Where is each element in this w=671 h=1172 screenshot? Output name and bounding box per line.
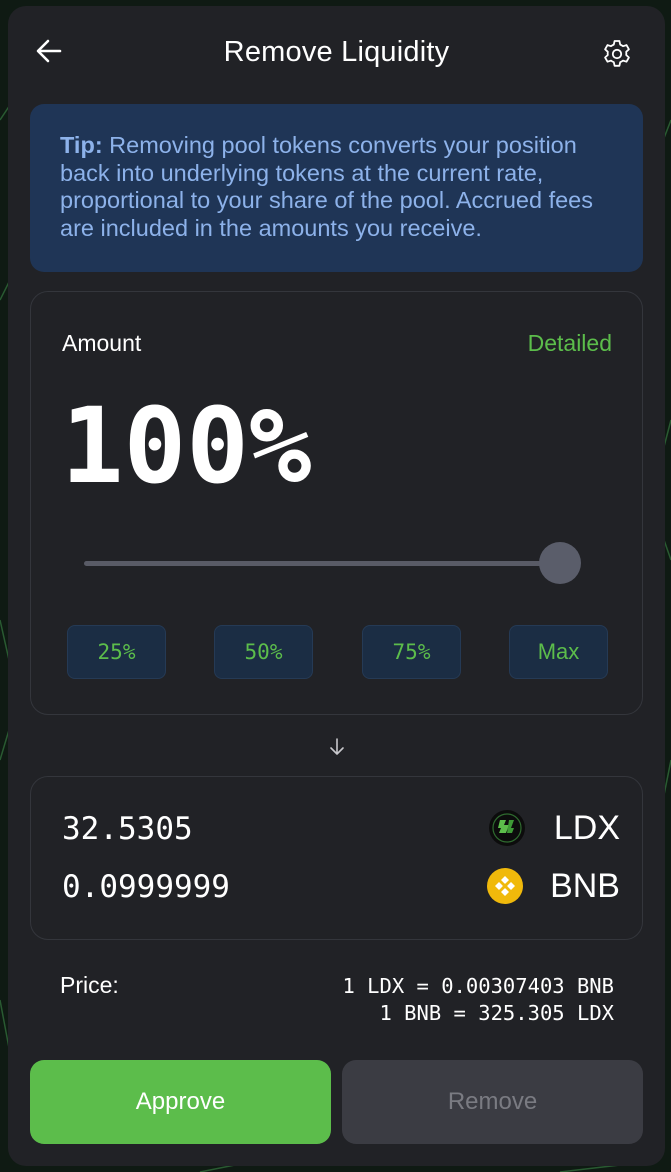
tip-banner: Tip: Removing pool tokens converts your … <box>30 104 643 272</box>
bnb-symbol: BNB <box>550 867 620 905</box>
ldx-amount: 32.5305 <box>62 811 193 847</box>
quick-25-button[interactable]: 25% <box>67 625 166 679</box>
bnb-amount: 0.0999999 <box>62 869 230 905</box>
receive-card: 32.5305 LDX 0.0999999 BNB <box>30 776 643 940</box>
remove-button[interactable]: Remove <box>342 1060 643 1144</box>
arrow-down-icon <box>330 738 344 755</box>
header: Remove Liquidity <box>8 6 665 106</box>
price-ldx-bnb: 1 LDX = 0.00307403 BNB <box>342 974 614 998</box>
amount-slider-thumb[interactable] <box>539 542 581 584</box>
quick-50-button[interactable]: 50% <box>214 625 313 679</box>
remove-liquidity-panel: Remove Liquidity Tip: Removing pool toke… <box>8 6 665 1166</box>
detailed-toggle[interactable]: Detailed <box>528 330 612 357</box>
amount-percent: 100% <box>61 385 312 507</box>
ldx-symbol: LDX <box>553 809 620 847</box>
quick-max-button[interactable]: Max <box>509 625 608 679</box>
tip-text: Removing pool tokens converts your posit… <box>60 132 593 241</box>
amount-slider-track[interactable] <box>84 561 554 566</box>
amount-label: Amount <box>62 330 142 356</box>
price-bnb-ldx: 1 BNB = 325.305 LDX <box>379 1001 615 1025</box>
tip-label: Tip: <box>60 132 103 158</box>
bnb-token-icon <box>487 868 523 904</box>
quick-75-button[interactable]: 75% <box>362 625 461 679</box>
gear-icon[interactable] <box>601 38 633 70</box>
ldx-token-icon <box>489 810 525 846</box>
amount-card: Amount Detailed 100% 25% 50% 75% Max <box>30 291 643 715</box>
approve-button[interactable]: Approve <box>30 1060 331 1144</box>
page-title: Remove Liquidity <box>223 36 450 68</box>
price-label: Price: <box>60 972 119 998</box>
